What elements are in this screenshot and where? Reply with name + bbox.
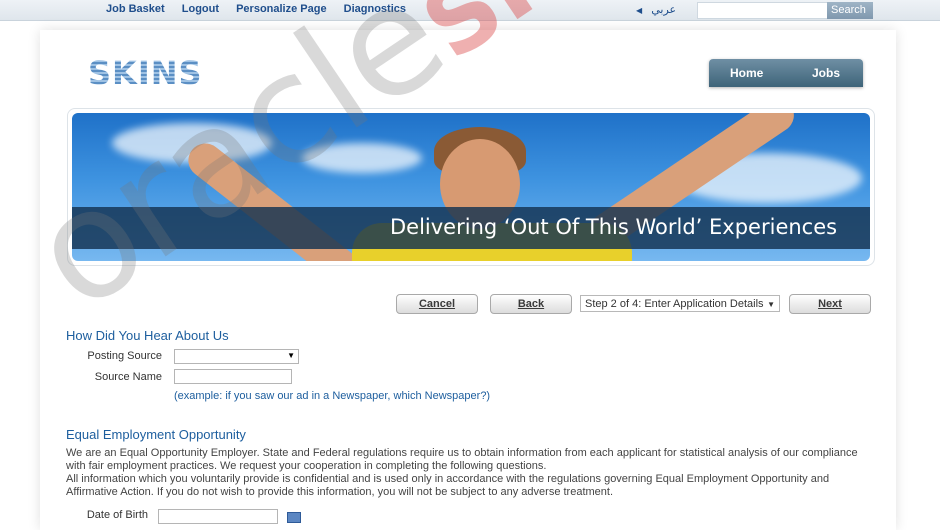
- next-button[interactable]: Next: [789, 294, 871, 314]
- language-switch[interactable]: ◀ عربي: [636, 3, 676, 16]
- chevron-down-icon: ▼: [767, 300, 775, 309]
- section-title-eeo: Equal Employment Opportunity: [66, 427, 246, 442]
- top-links: Job Basket Logout Personalize Page Diagn…: [106, 3, 420, 15]
- job-basket-link[interactable]: Job Basket: [106, 3, 165, 15]
- step-select-value: Step 2 of 4: Enter Application Details: [585, 298, 764, 310]
- banner-frame: Delivering ‘Out Of This World’ Experienc…: [67, 108, 875, 266]
- cloud: [302, 143, 422, 173]
- source-name-hint: (example: if you saw our ad in a Newspap…: [174, 390, 491, 402]
- banner-image: Delivering ‘Out Of This World’ Experienc…: [72, 113, 870, 261]
- posting-source-label: Posting Source: [87, 350, 162, 362]
- nav-home[interactable]: Home: [730, 66, 763, 80]
- back-button[interactable]: Back: [490, 294, 572, 314]
- section-title-hear-about: How Did You Hear About Us: [66, 328, 229, 343]
- dob-label: Date of Birth: [86, 509, 148, 521]
- search-input[interactable]: [697, 2, 833, 19]
- language-label: عربي: [651, 4, 677, 16]
- main-nav: Home Jobs: [709, 59, 863, 87]
- diagnostics-link[interactable]: Diagnostics: [344, 3, 406, 15]
- logout-link[interactable]: Logout: [182, 3, 219, 15]
- dob-input[interactable]: [158, 509, 278, 524]
- top-bar: Job Basket Logout Personalize Page Diagn…: [0, 0, 940, 32]
- eeo-paragraph-1: We are an Equal Opportunity Employer. St…: [66, 447, 858, 472]
- caption-band: Delivering ‘Out Of This World’ Experienc…: [72, 207, 870, 249]
- cancel-button[interactable]: Cancel: [396, 294, 478, 314]
- chevron-down-icon: ▼: [287, 351, 295, 360]
- banner-caption: Delivering ‘Out Of This World’ Experienc…: [390, 215, 838, 239]
- skins-logo[interactable]: SKINS: [88, 54, 203, 92]
- posting-source-select[interactable]: ▼: [174, 349, 299, 364]
- search-button[interactable]: Search ▶: [827, 2, 873, 32]
- step-select[interactable]: Step 2 of 4: Enter Application Details ▼: [580, 295, 780, 312]
- source-name-label: Source Name: [94, 371, 162, 383]
- search-button-label: Search: [831, 4, 866, 16]
- triangle-left-icon: ◀: [636, 6, 643, 15]
- personalize-page-link[interactable]: Personalize Page: [236, 3, 327, 15]
- eeo-paragraph-2: All information which you voluntarily pr…: [66, 473, 830, 498]
- nav-jobs[interactable]: Jobs: [812, 66, 840, 80]
- source-name-input[interactable]: [174, 369, 292, 384]
